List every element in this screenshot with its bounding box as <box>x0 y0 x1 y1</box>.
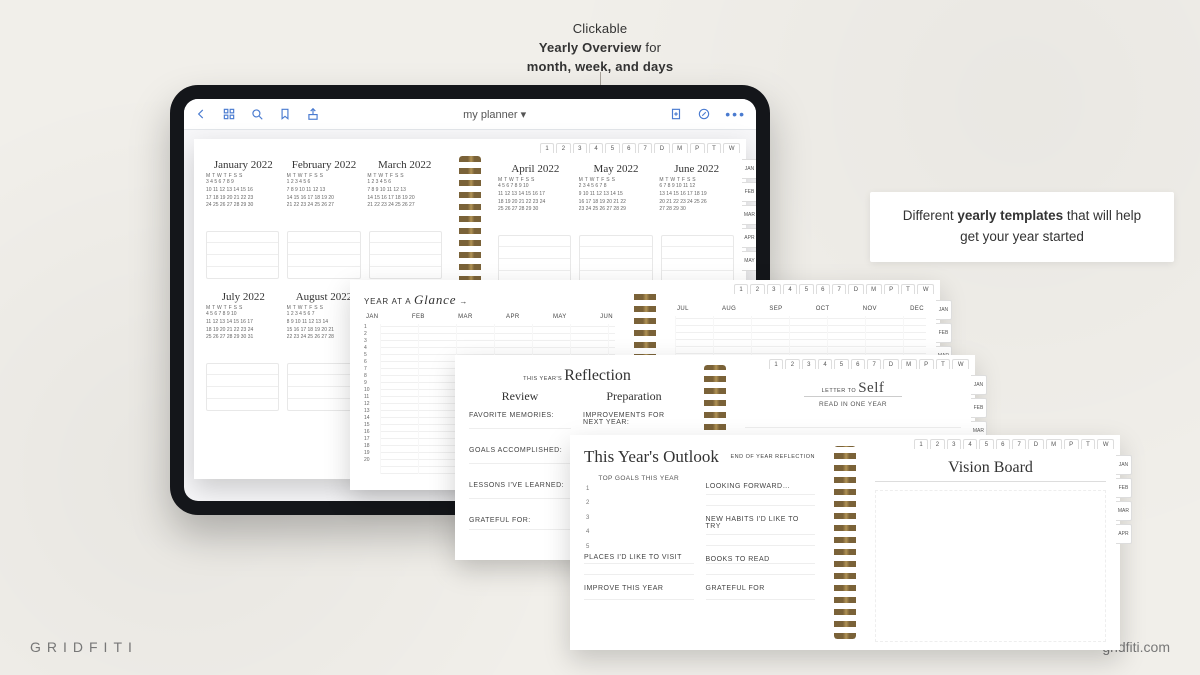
side-callout: Different yearly templates that will hel… <box>870 192 1174 262</box>
top-line1: Clickable <box>573 21 628 36</box>
search-icon[interactable] <box>250 107 264 121</box>
month-side-tabs[interactable]: JANFEBMARAPRMAY <box>742 159 756 271</box>
add-page-icon[interactable] <box>669 107 683 121</box>
app-toolbar: my planner ▾ ••• <box>184 99 756 130</box>
top-tabs[interactable]: 1234567DMPTW <box>540 143 740 153</box>
planner-outlook[interactable]: This Year's Outlook END OF YEAR REFLECTI… <box>570 435 1120 650</box>
grid-icon[interactable] <box>222 107 236 121</box>
bookmark-icon[interactable] <box>278 107 292 121</box>
spiral-binding <box>829 435 861 650</box>
back-icon[interactable] <box>194 107 208 121</box>
document-title[interactable]: my planner ▾ <box>334 108 655 121</box>
top-annotation: Clickable Yearly Overview for month, wee… <box>0 20 1200 77</box>
pen-icon[interactable] <box>697 107 711 121</box>
brand-left: GRIDFITI <box>30 639 138 655</box>
top-line2a: Yearly Overview <box>539 40 642 55</box>
top-line2b: for <box>642 40 662 55</box>
share-icon[interactable] <box>306 107 320 121</box>
more-icon[interactable]: ••• <box>725 106 746 122</box>
